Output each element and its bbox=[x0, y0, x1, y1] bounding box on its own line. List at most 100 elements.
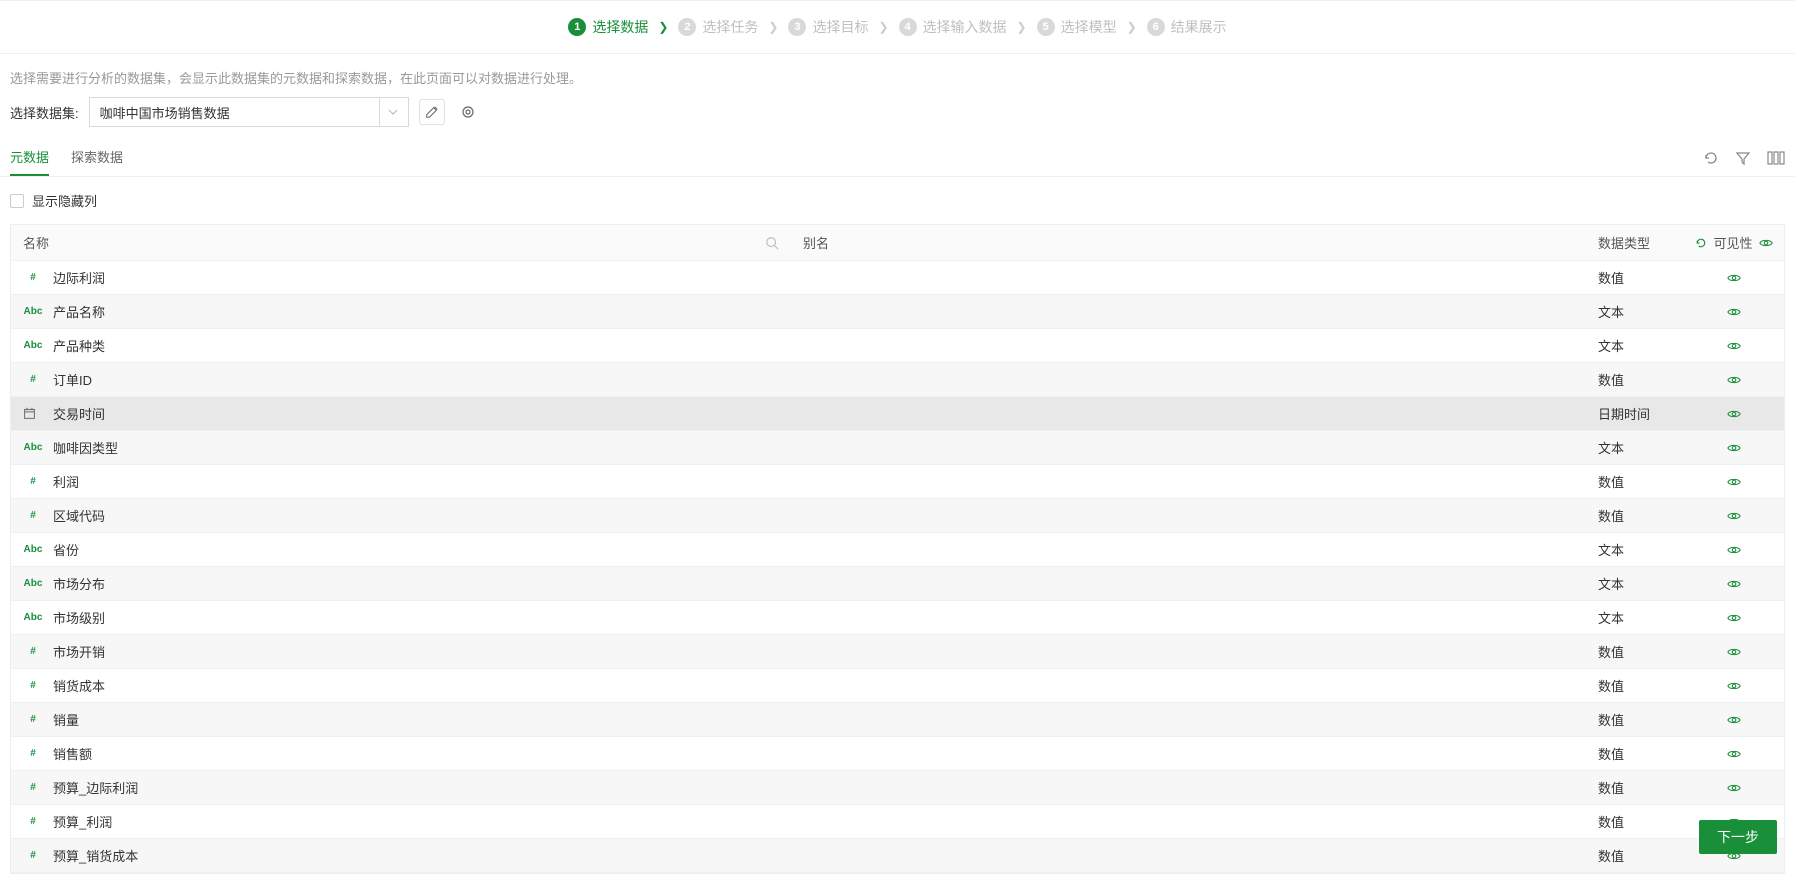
table-row[interactable]: #订单ID数值 bbox=[11, 363, 1784, 397]
chevron-down-icon bbox=[379, 98, 398, 126]
show-hidden-checkbox[interactable] bbox=[10, 194, 24, 208]
dataset-select[interactable]: 咖啡中国市场销售数据 bbox=[89, 97, 409, 127]
column-type: 数值 bbox=[1594, 642, 1684, 661]
step-1[interactable]: 1 选择数据 bbox=[568, 17, 648, 37]
eye-icon[interactable] bbox=[1727, 339, 1741, 353]
eye-icon[interactable] bbox=[1727, 373, 1741, 387]
column-type: 文本 bbox=[1594, 574, 1684, 593]
number-type-icon: # bbox=[23, 748, 43, 759]
dataset-selector-row: 选择数据集: 咖啡中国市场销售数据 bbox=[0, 97, 1795, 139]
column-type: 数值 bbox=[1594, 710, 1684, 729]
step-6[interactable]: 6结果展示 bbox=[1147, 17, 1227, 37]
tabs: 元数据 探索数据 bbox=[10, 139, 123, 176]
tab-explore[interactable]: 探索数据 bbox=[71, 139, 123, 176]
step-badge: 1 bbox=[568, 18, 586, 36]
eye-icon[interactable] bbox=[1727, 781, 1741, 795]
table-row[interactable]: Abc产品种类文本 bbox=[11, 329, 1784, 363]
eye-icon[interactable] bbox=[1759, 236, 1773, 250]
step-badge: 6 bbox=[1147, 18, 1165, 36]
table-row[interactable]: #预算_边际利润数值 bbox=[11, 771, 1784, 805]
tab-metadata[interactable]: 元数据 bbox=[10, 139, 49, 176]
table-row[interactable]: #区域代码数值 bbox=[11, 499, 1784, 533]
table-row[interactable]: Abc咖啡因类型文本 bbox=[11, 431, 1784, 465]
show-hidden-row: 显示隐藏列 bbox=[0, 177, 1795, 224]
eye-icon[interactable] bbox=[1727, 271, 1741, 285]
table-row[interactable]: #销量数值 bbox=[11, 703, 1784, 737]
table-row[interactable]: #销货成本数值 bbox=[11, 669, 1784, 703]
table-row[interactable]: #销售额数值 bbox=[11, 737, 1784, 771]
eye-icon[interactable] bbox=[1727, 509, 1741, 523]
table-row[interactable]: Abc产品名称文本 bbox=[11, 295, 1784, 329]
column-type: 文本 bbox=[1594, 336, 1684, 355]
chevron-right-icon: ❯ bbox=[658, 20, 668, 34]
step-2[interactable]: 2选择任务 bbox=[678, 17, 758, 37]
text-type-icon: Abc bbox=[23, 306, 43, 317]
eye-icon[interactable] bbox=[1727, 645, 1741, 659]
next-button[interactable]: 下一步 bbox=[1699, 820, 1777, 854]
step-label: 选择目标 bbox=[812, 17, 868, 37]
column-name: 市场分布 bbox=[53, 574, 105, 593]
number-type-icon: # bbox=[23, 646, 43, 657]
step-4[interactable]: 4选择输入数据 bbox=[899, 17, 1007, 37]
eye-icon[interactable] bbox=[1727, 543, 1741, 557]
step-badge: 4 bbox=[899, 18, 917, 36]
text-type-icon: Abc bbox=[23, 544, 43, 555]
chevron-right-icon: ❯ bbox=[1017, 20, 1027, 34]
eye-icon[interactable] bbox=[1727, 679, 1741, 693]
step-5[interactable]: 5 选择模型 bbox=[1037, 17, 1117, 37]
tabs-row: 元数据 探索数据 bbox=[0, 139, 1795, 177]
column-type: 数值 bbox=[1594, 744, 1684, 763]
text-type-icon: Abc bbox=[23, 340, 43, 351]
step-3[interactable]: 3选择目标 bbox=[788, 17, 868, 37]
column-type: 数值 bbox=[1594, 268, 1684, 287]
visibility-refresh-icon[interactable] bbox=[1695, 237, 1707, 249]
step-label: 选择模型 bbox=[1061, 17, 1117, 37]
column-name: 市场级别 bbox=[53, 608, 105, 627]
refresh-icon[interactable] bbox=[1703, 150, 1719, 166]
eye-icon[interactable] bbox=[1727, 305, 1741, 319]
search-icon[interactable] bbox=[765, 236, 779, 250]
footer: 下一步 bbox=[1699, 820, 1777, 854]
tab-tools bbox=[1703, 150, 1785, 166]
page-description: 选择需要进行分析的数据集，会显示此数据集的元数据和探索数据，在此页面可以对数据进… bbox=[0, 54, 1795, 97]
step-badge: 5 bbox=[1037, 18, 1055, 36]
table-row[interactable]: 交易时间日期时间 bbox=[11, 397, 1784, 431]
settings-gear-icon[interactable] bbox=[455, 99, 481, 125]
dataset-selector-label: 选择数据集: bbox=[10, 103, 79, 122]
table-row[interactable]: #边际利润数值 bbox=[11, 261, 1784, 295]
column-name: 预算_销货成本 bbox=[53, 846, 138, 865]
header-type: 数据类型 bbox=[1594, 233, 1684, 252]
step-label: 选择数据 bbox=[592, 17, 648, 37]
metadata-table: 名称 别名 数据类型 可见性 #边际利润数值Abc产品名称文本Abc产品种类文本… bbox=[10, 224, 1785, 874]
eye-icon[interactable] bbox=[1727, 441, 1741, 455]
table-row[interactable]: Abc市场分布文本 bbox=[11, 567, 1784, 601]
column-type: 文本 bbox=[1594, 540, 1684, 559]
table-row[interactable]: #预算_销货成本数值 bbox=[11, 839, 1784, 873]
eye-icon[interactable] bbox=[1727, 407, 1741, 421]
eye-icon[interactable] bbox=[1727, 475, 1741, 489]
header-name: 名称 bbox=[23, 233, 49, 252]
column-type: 文本 bbox=[1594, 438, 1684, 457]
table-row[interactable]: Abc省份文本 bbox=[11, 533, 1784, 567]
table-row[interactable]: Abc市场级别文本 bbox=[11, 601, 1784, 635]
header-alias: 别名 bbox=[791, 233, 1594, 252]
table-row[interactable]: # 市场开销 数值 bbox=[11, 635, 1784, 669]
steps-wizard: 1选择数据❯2选择任务❯3选择目标❯4选择输入数据❯5选择模型❯6结果展示 bbox=[0, 1, 1795, 54]
column-type: 数值 bbox=[1594, 846, 1684, 865]
eye-icon[interactable] bbox=[1727, 713, 1741, 727]
table-header: 名称 别名 数据类型 可见性 bbox=[11, 225, 1784, 261]
eye-icon[interactable] bbox=[1727, 577, 1741, 591]
column-type: 文本 bbox=[1594, 302, 1684, 321]
step-label: 选择任务 bbox=[702, 17, 758, 37]
eye-icon[interactable] bbox=[1727, 611, 1741, 625]
column-name: 销货成本 bbox=[53, 676, 105, 695]
column-name: 销量 bbox=[53, 710, 79, 729]
table-row[interactable]: #预算_利润数值 bbox=[11, 805, 1784, 839]
filter-icon[interactable] bbox=[1735, 150, 1751, 166]
columns-icon[interactable] bbox=[1767, 150, 1785, 166]
eye-icon[interactable] bbox=[1727, 747, 1741, 761]
column-name: 市场开销 bbox=[53, 642, 105, 661]
edit-button[interactable] bbox=[419, 99, 445, 125]
table-row[interactable]: #利润数值 bbox=[11, 465, 1784, 499]
column-type: 数值 bbox=[1594, 812, 1684, 831]
